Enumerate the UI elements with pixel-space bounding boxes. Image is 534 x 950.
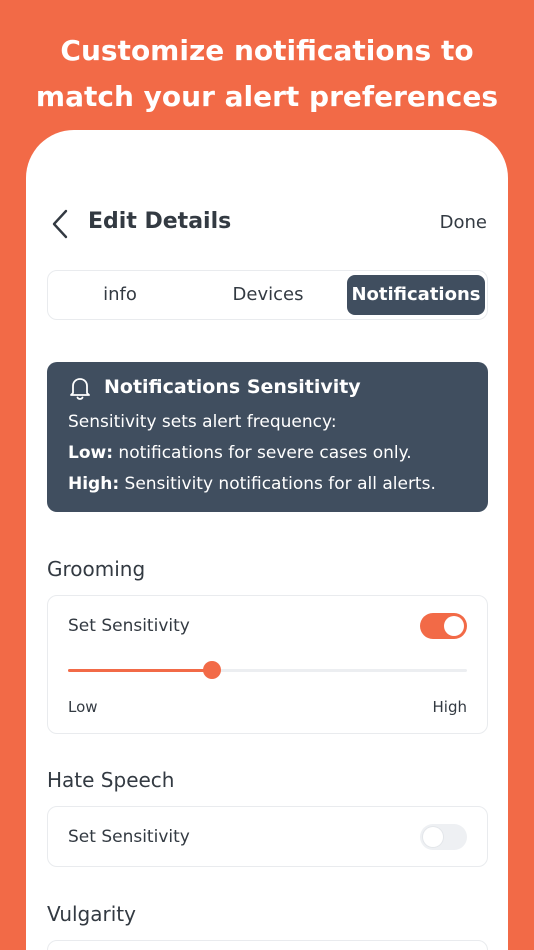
- set-sensitivity-label: Set Sensitivity: [68, 616, 190, 636]
- grooming-toggle[interactable]: [420, 613, 467, 639]
- section-title-grooming: Grooming: [47, 557, 146, 581]
- slider-thumb[interactable]: [202, 661, 221, 679]
- section-title-vulgarity: Vulgarity: [47, 902, 136, 926]
- sensitivity-info-card: Notifications Sensitivity Sensitivity se…: [47, 362, 488, 512]
- slider-low-label: Low: [68, 698, 98, 716]
- headline-line-2: match your alert preferences: [35, 80, 499, 113]
- headline: Customize notifications to match your al…: [0, 28, 534, 120]
- hate-speech-toggle[interactable]: [420, 824, 467, 850]
- tab-devices[interactable]: Devices: [200, 275, 336, 315]
- slider-fill: [68, 669, 212, 672]
- back-chevron-icon[interactable]: [50, 208, 74, 240]
- hate-speech-sensitivity-card: Set Sensitivity: [47, 806, 488, 867]
- info-line-low: Low: notifications for severe cases only…: [68, 443, 412, 463]
- top-bar: Edit Details Done: [26, 208, 508, 240]
- tab-info[interactable]: info: [52, 275, 188, 315]
- section-title-hate-speech: Hate Speech: [47, 768, 175, 792]
- bell-icon: [69, 376, 91, 400]
- phone-screen: Edit Details Done info Devices Notificat…: [26, 130, 508, 950]
- low-label: Low:: [68, 443, 114, 463]
- low-text: notifications for severe cases only.: [113, 443, 412, 463]
- grooming-sensitivity-card: Set Sensitivity Low High: [47, 595, 488, 734]
- headline-line-1: Customize notifications to: [60, 34, 474, 67]
- info-card-title: Notifications Sensitivity: [104, 376, 361, 398]
- toggle-knob: [423, 827, 443, 847]
- info-line-high: High: Sensitivity notifications for all …: [68, 474, 436, 494]
- slider-high-label: High: [432, 698, 467, 716]
- tab-bar: info Devices Notifications: [47, 270, 488, 320]
- tab-notifications[interactable]: Notifications: [347, 275, 485, 315]
- vulgarity-sensitivity-card: [47, 940, 488, 950]
- grooming-sensitivity-slider[interactable]: [68, 661, 467, 679]
- high-text: Sensitivity notifications for all alerts…: [119, 474, 436, 494]
- set-sensitivity-label: Set Sensitivity: [68, 827, 190, 847]
- high-label: High:: [68, 474, 120, 494]
- toggle-knob: [444, 616, 464, 636]
- done-button[interactable]: Done: [440, 212, 487, 233]
- page-title: Edit Details: [88, 209, 232, 234]
- info-line-intro: Sensitivity sets alert frequency:: [68, 412, 337, 432]
